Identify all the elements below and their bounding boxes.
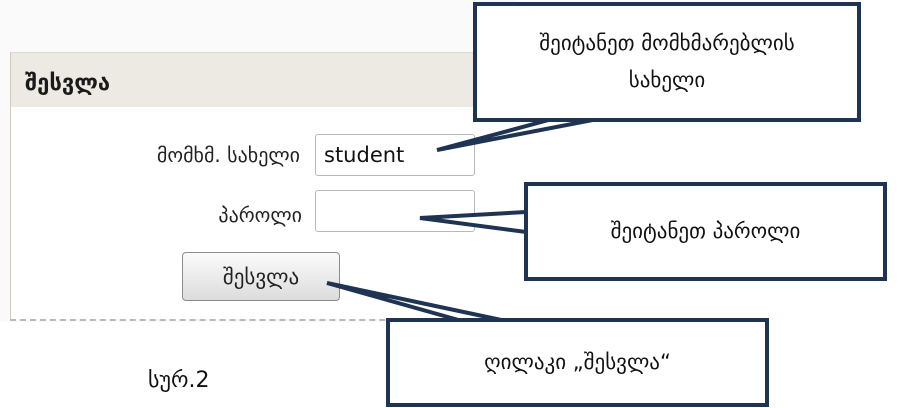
login-panel-title: შესვლა (25, 71, 111, 96)
password-label: პაროლი (218, 203, 302, 227)
username-label: მომხმ. სახელი (156, 143, 300, 167)
button-callout: ღილაკი „შესვლა“ (386, 318, 769, 407)
login-panel-header: შესვლა (10, 52, 515, 107)
password-input[interactable] (315, 190, 475, 232)
login-button[interactable]: შესვლა (182, 252, 340, 301)
password-callout-text: შეიტანეთ პაროლი (610, 219, 801, 244)
figure-caption: სურ.2 (148, 368, 210, 393)
button-callout-text: ღილაკი „შესვლა“ (484, 350, 671, 375)
password-callout: შეიტანეთ პაროლი (524, 182, 887, 281)
panel-top-area (0, 0, 515, 52)
username-callout-text: შეიტანეთ მომხმარებლის სახელი (539, 25, 794, 99)
username-callout: შეიტანეთ მომხმარებლის სახელი (473, 2, 861, 122)
username-callout-line2: სახელი (628, 68, 706, 92)
username-callout-line1: შეიტანეთ მომხმარებლის (539, 31, 795, 56)
username-input[interactable] (315, 134, 475, 176)
